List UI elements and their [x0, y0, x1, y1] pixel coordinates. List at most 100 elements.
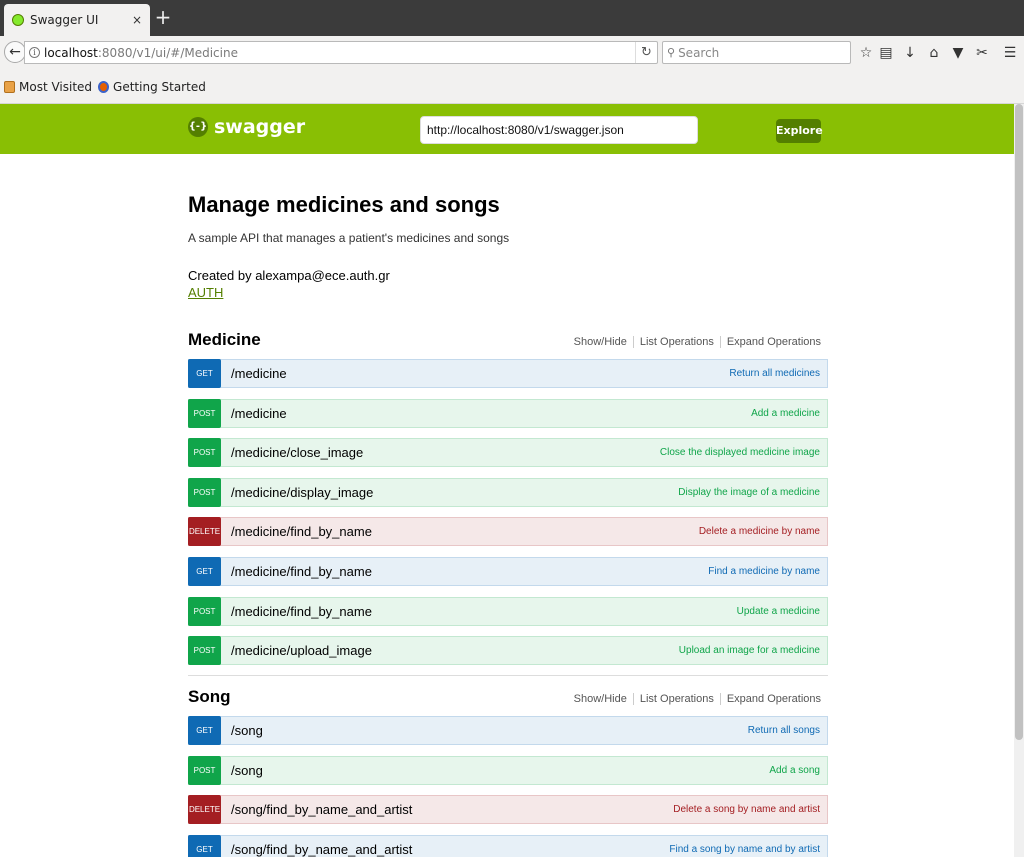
operation-path[interactable]: /song [231, 763, 263, 778]
resource-header: Song Show/Hide List Operations Expand Op… [188, 687, 828, 713]
resource-name[interactable]: Medicine [188, 330, 261, 350]
operation-path[interactable]: /medicine/close_image [231, 445, 363, 460]
resource-name[interactable]: Song [188, 687, 231, 707]
explore-button[interactable]: Explore [776, 119, 823, 143]
api-title: Manage medicines and songs [188, 192, 500, 217]
operation-path[interactable]: /song/find_by_name_and_artist [231, 842, 412, 857]
operation-row[interactable]: GET /medicine/find_by_name Find a medici… [188, 556, 828, 586]
operation-row[interactable]: GET /song Return all songs [188, 716, 828, 745]
operation-row[interactable]: POST /medicine/close_image Close the dis… [188, 438, 828, 468]
swagger-logo-text: swagger [214, 116, 306, 138]
method-badge: POST [188, 438, 221, 468]
expand-operations-link[interactable]: Expand Operations [721, 693, 821, 705]
bookmark-star-icon[interactable]: ☆ [857, 44, 875, 62]
operation-summary[interactable]: Delete a medicine by name [699, 526, 820, 537]
swagger-header: {-} swagger Explore [0, 104, 1014, 154]
method-badge: GET [188, 556, 221, 586]
operation-row[interactable]: POST /song Add a song [188, 755, 828, 785]
firefox-icon [98, 80, 110, 93]
operation-summary[interactable]: Delete a song by name and artist [673, 804, 820, 815]
api-license-link[interactable]: AUTH [188, 285, 223, 300]
reload-icon[interactable]: ↻ [635, 42, 657, 63]
operation-path[interactable]: /medicine/find_by_name [231, 604, 372, 619]
browser-tab[interactable]: Swagger UI × [4, 4, 150, 36]
new-tab-button[interactable]: + [153, 6, 173, 28]
operation-summary[interactable]: Add a medicine [751, 408, 820, 419]
method-badge: POST [188, 636, 221, 666]
bookmark-label: Getting Started [113, 79, 206, 94]
operation-row[interactable]: GET /song/find_by_name_and_artist Find a… [188, 834, 828, 857]
operation-path[interactable]: /medicine [231, 406, 287, 421]
download-icon[interactable]: ↓ [901, 44, 919, 62]
scrollbar-thumb[interactable] [1015, 104, 1023, 740]
resource-divider [188, 675, 828, 676]
operation-summary[interactable]: Find a medicine by name [708, 566, 820, 577]
operation-row[interactable]: DELETE /medicine/find_by_name Delete a m… [188, 517, 828, 547]
page-scrollbar[interactable] [1014, 104, 1024, 857]
resource-medicine: Medicine Show/Hide List Operations Expan… [188, 330, 828, 676]
bookmark-label: Most Visited [19, 79, 93, 94]
swagger-logo-icon: {-} [188, 117, 208, 137]
operation-path[interactable]: /medicine/find_by_name [231, 524, 372, 539]
resource-header: Medicine Show/Hide List Operations Expan… [188, 330, 828, 356]
method-badge: GET [188, 359, 221, 388]
method-badge: GET [188, 716, 221, 745]
menu-icon[interactable]: ☰ [1001, 44, 1019, 62]
back-button[interactable]: ← [4, 41, 26, 63]
bookmark-most-visited[interactable]: Most Visited [4, 80, 92, 94]
method-badge: POST [188, 596, 221, 626]
operation-summary[interactable]: Close the displayed medicine image [660, 447, 820, 458]
tab-title: Swagger UI [30, 13, 99, 27]
operation-row[interactable]: GET /medicine Return all medicines [188, 359, 828, 388]
folder-icon [4, 80, 15, 93]
method-badge: GET [188, 834, 221, 857]
operations-list: GET /medicine Return all medicines POST … [188, 359, 828, 666]
url-bar[interactable]: i localhost:8080/v1/ui/#/Medicine ↻ [24, 41, 658, 64]
pocket-icon[interactable]: ▼ [949, 44, 967, 62]
operation-row[interactable]: DELETE /song/find_by_name_and_artist Del… [188, 795, 828, 825]
operation-summary[interactable]: Display the image of a medicine [678, 487, 820, 498]
operation-path[interactable]: /medicine [231, 366, 287, 381]
operation-summary[interactable]: Return all songs [748, 725, 820, 736]
method-badge: DELETE [188, 517, 221, 547]
reading-list-icon[interactable]: ▤ [877, 44, 895, 62]
method-badge: DELETE [188, 795, 221, 825]
operation-summary[interactable]: Add a song [769, 765, 820, 776]
home-icon[interactable]: ⌂ [925, 44, 943, 62]
operation-row[interactable]: POST /medicine Add a medicine [188, 398, 828, 428]
list-operations-link[interactable]: List Operations [634, 693, 721, 705]
method-badge: POST [188, 398, 221, 428]
api-url-input[interactable] [420, 116, 698, 144]
operation-row[interactable]: POST /medicine/display_image Display the… [188, 477, 828, 507]
operation-path[interactable]: /medicine/display_image [231, 485, 373, 500]
show-hide-link[interactable]: Show/Hide [568, 693, 634, 705]
operation-row[interactable]: POST /medicine/upload_image Upload an im… [188, 636, 828, 666]
url-path: :8080/v1/ui/#/Medicine [97, 45, 238, 60]
list-operations-link[interactable]: List Operations [634, 336, 721, 348]
site-info-icon[interactable]: i [29, 47, 40, 58]
resource-links: Show/Hide List Operations Expand Operati… [568, 336, 821, 348]
url-host: localhost [44, 45, 98, 60]
close-tab-icon[interactable]: × [132, 13, 142, 27]
bookmarks-bar: Most Visited Getting Started [0, 70, 1024, 104]
swagger-favicon-icon [12, 14, 24, 26]
operation-summary[interactable]: Return all medicines [729, 368, 820, 379]
browser-navbar: ← i localhost:8080/v1/ui/#/Medicine ↻ ⚲ … [0, 36, 1024, 70]
browser-tab-bar: Swagger UI × + [0, 0, 1024, 36]
operation-row[interactable]: POST /medicine/find_by_name Update a med… [188, 596, 828, 626]
search-input[interactable]: ⚲ Search [662, 41, 851, 64]
operation-path[interactable]: /song/find_by_name_and_artist [231, 802, 412, 817]
operation-summary[interactable]: Find a song by name and by artist [669, 844, 820, 855]
method-badge: POST [188, 477, 221, 507]
expand-operations-link[interactable]: Expand Operations [721, 336, 821, 348]
api-description: A sample API that manages a patient's me… [188, 231, 510, 245]
operation-summary[interactable]: Update a medicine [737, 606, 820, 617]
operation-path[interactable]: /medicine/upload_image [231, 643, 372, 658]
operation-summary[interactable]: Upload an image for a medicine [679, 645, 820, 656]
screenshot-icon[interactable]: ✂ [973, 44, 991, 62]
operation-path[interactable]: /medicine/find_by_name [231, 564, 372, 579]
swagger-logo[interactable]: {-} swagger [188, 116, 305, 138]
operation-path[interactable]: /song [231, 723, 263, 738]
bookmark-getting-started[interactable]: Getting Started [98, 80, 206, 94]
show-hide-link[interactable]: Show/Hide [568, 336, 634, 348]
